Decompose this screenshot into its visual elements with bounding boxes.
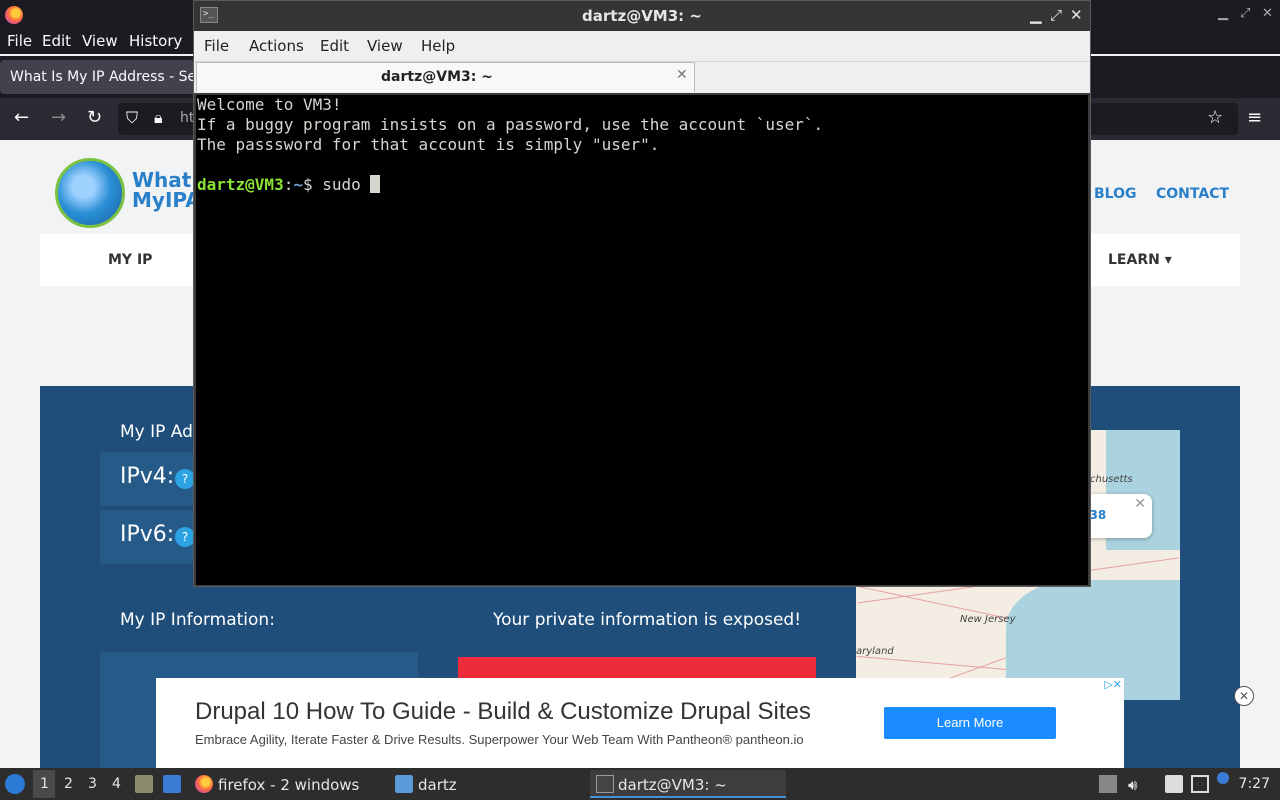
desktop-icon[interactable] [163, 775, 181, 793]
folder-icon [395, 775, 413, 793]
map-label: aryland [856, 646, 894, 657]
task-file-manager[interactable]: dartz [418, 776, 457, 794]
task-terminal[interactable]: dartz@VM3: ~ [618, 776, 727, 794]
file-manager-launcher-icon[interactable] [135, 775, 153, 793]
tab-close-icon[interactable]: ✕ [676, 67, 688, 83]
forward-icon[interactable]: → [51, 107, 66, 128]
clock: 7:27 [1238, 776, 1270, 792]
learn-more-button[interactable]: Learn More [884, 707, 1056, 739]
map-label: chusetts [1090, 474, 1133, 485]
menu-view[interactable]: View [367, 37, 403, 55]
terminal-cursor [370, 175, 381, 193]
terminal-tab[interactable]: dartz@VM3: ~ ✕ [196, 62, 695, 92]
firefox-icon [5, 6, 23, 24]
terminal-menubar: File Actions Edit View Help [194, 31, 1090, 61]
workspace-3[interactable]: 3 [88, 776, 97, 792]
notification-icon[interactable] [1217, 772, 1229, 784]
menu-file[interactable]: File [204, 37, 229, 55]
map-label: New Jersey [960, 614, 1016, 625]
close-icon[interactable]: ✕ [1070, 6, 1083, 24]
prompt-dollar: $ [302, 175, 323, 194]
menu-help[interactable]: Help [421, 37, 455, 55]
close-icon[interactable]: ✕ [1262, 6, 1273, 21]
ad-title[interactable]: Drupal 10 How To Guide - Build & Customi… [195, 698, 811, 726]
terminal-line: Welcome to VM3! [197, 95, 342, 114]
minimize-icon[interactable]: ▁ [1030, 6, 1042, 24]
ad-banner[interactable]: Drupal 10 How To Guide - Build & Customi… [156, 678, 1124, 768]
browser-tab[interactable]: What Is My IP Address - See [0, 60, 200, 94]
terminal-line: If a buggy program insists on a password… [197, 115, 824, 134]
network-icon[interactable] [1191, 775, 1209, 793]
blog-link[interactable]: BLOG [1094, 186, 1137, 202]
ip-info-heading: My IP Information: [120, 610, 275, 630]
terminal-icon [596, 775, 614, 793]
ipv4-label: IPv4: [120, 464, 175, 489]
clipboard-icon[interactable] [1165, 775, 1183, 793]
terminal-line: The passsword for that account is simply… [197, 135, 660, 154]
hamburger-menu-icon[interactable]: ≡ [1247, 107, 1262, 128]
maximize-icon[interactable]: ⤢ [1240, 6, 1250, 21]
terminal-command: sudo [322, 175, 371, 194]
start-menu-icon[interactable] [5, 774, 25, 794]
menu-edit[interactable]: Edit [320, 37, 349, 55]
exposed-warning: Your private information is exposed! [493, 610, 802, 630]
maximize-icon[interactable]: ⤢ [1050, 6, 1062, 24]
close-icon[interactable]: ✕ [1134, 496, 1146, 512]
taskbar: 1 2 3 4 firefox - 2 windows dartz dartz@… [0, 768, 1280, 800]
menu-file[interactable]: File [7, 32, 32, 50]
lock-icon[interactable]: 🔒︎ [154, 108, 163, 128]
nav-my-ip[interactable]: MY IP [108, 252, 152, 268]
menu-edit[interactable]: Edit [42, 32, 71, 50]
ipv6-label: IPv6: [120, 522, 175, 547]
help-icon[interactable]: ? [175, 527, 195, 547]
terminal-tab-label: dartz@VM3: ~ [381, 69, 493, 85]
prompt-user: dartz@VM3 [197, 175, 284, 194]
minimize-icon[interactable]: ▁ [1218, 6, 1228, 21]
reload-icon[interactable]: ↻ [87, 107, 102, 128]
adchoices-icon[interactable]: ▷✕ [1104, 678, 1122, 691]
ad-close-button[interactable]: ✕ [1234, 686, 1254, 706]
firefox-icon [195, 775, 213, 793]
terminal-blank-line: ​ [197, 155, 1088, 175]
menu-history[interactable]: History [129, 32, 182, 50]
bookmark-star-icon[interactable]: ☆ [1207, 107, 1223, 128]
nav-learn[interactable]: LEARN ▾ [1108, 252, 1172, 268]
tray-device-icon[interactable] [1099, 775, 1117, 793]
shield-icon[interactable]: ⛉ [126, 108, 138, 128]
site-logo-icon[interactable] [55, 158, 125, 228]
menu-view[interactable]: View [82, 32, 118, 50]
volume-icon[interactable]: 🔊︎ [1128, 776, 1137, 794]
task-firefox[interactable]: firefox - 2 windows [218, 776, 359, 794]
menu-actions[interactable]: Actions [249, 37, 304, 55]
prompt-separator: : [283, 175, 294, 194]
workspace-1[interactable]: 1 [40, 776, 49, 792]
terminal-prompt-line: dartz@VM3:~$ sudo [197, 175, 1088, 195]
prompt-path: ~ [293, 175, 303, 194]
terminal-tabbar: dartz@VM3: ~ ✕ [194, 61, 1090, 93]
help-icon[interactable]: ? [175, 469, 195, 489]
terminal-title: dartz@VM3: ~ [582, 7, 702, 25]
terminal-screen[interactable]: Welcome to VM3! If a buggy program insist… [196, 95, 1088, 585]
workspace-2[interactable]: 2 [64, 776, 73, 792]
contact-link[interactable]: CONTACT [1156, 186, 1229, 202]
ip-heading: My IP Add [120, 422, 204, 442]
back-icon[interactable]: ← [14, 107, 29, 128]
terminal-titlebar[interactable]: >_ dartz@VM3: ~ ▁ ⤢ ✕ [194, 1, 1090, 31]
terminal-window: >_ dartz@VM3: ~ ▁ ⤢ ✕ File Actions Edit … [193, 0, 1091, 587]
workspace-4[interactable]: 4 [112, 776, 121, 792]
ad-description: Embrace Agility, Iterate Faster & Drive … [195, 732, 804, 747]
